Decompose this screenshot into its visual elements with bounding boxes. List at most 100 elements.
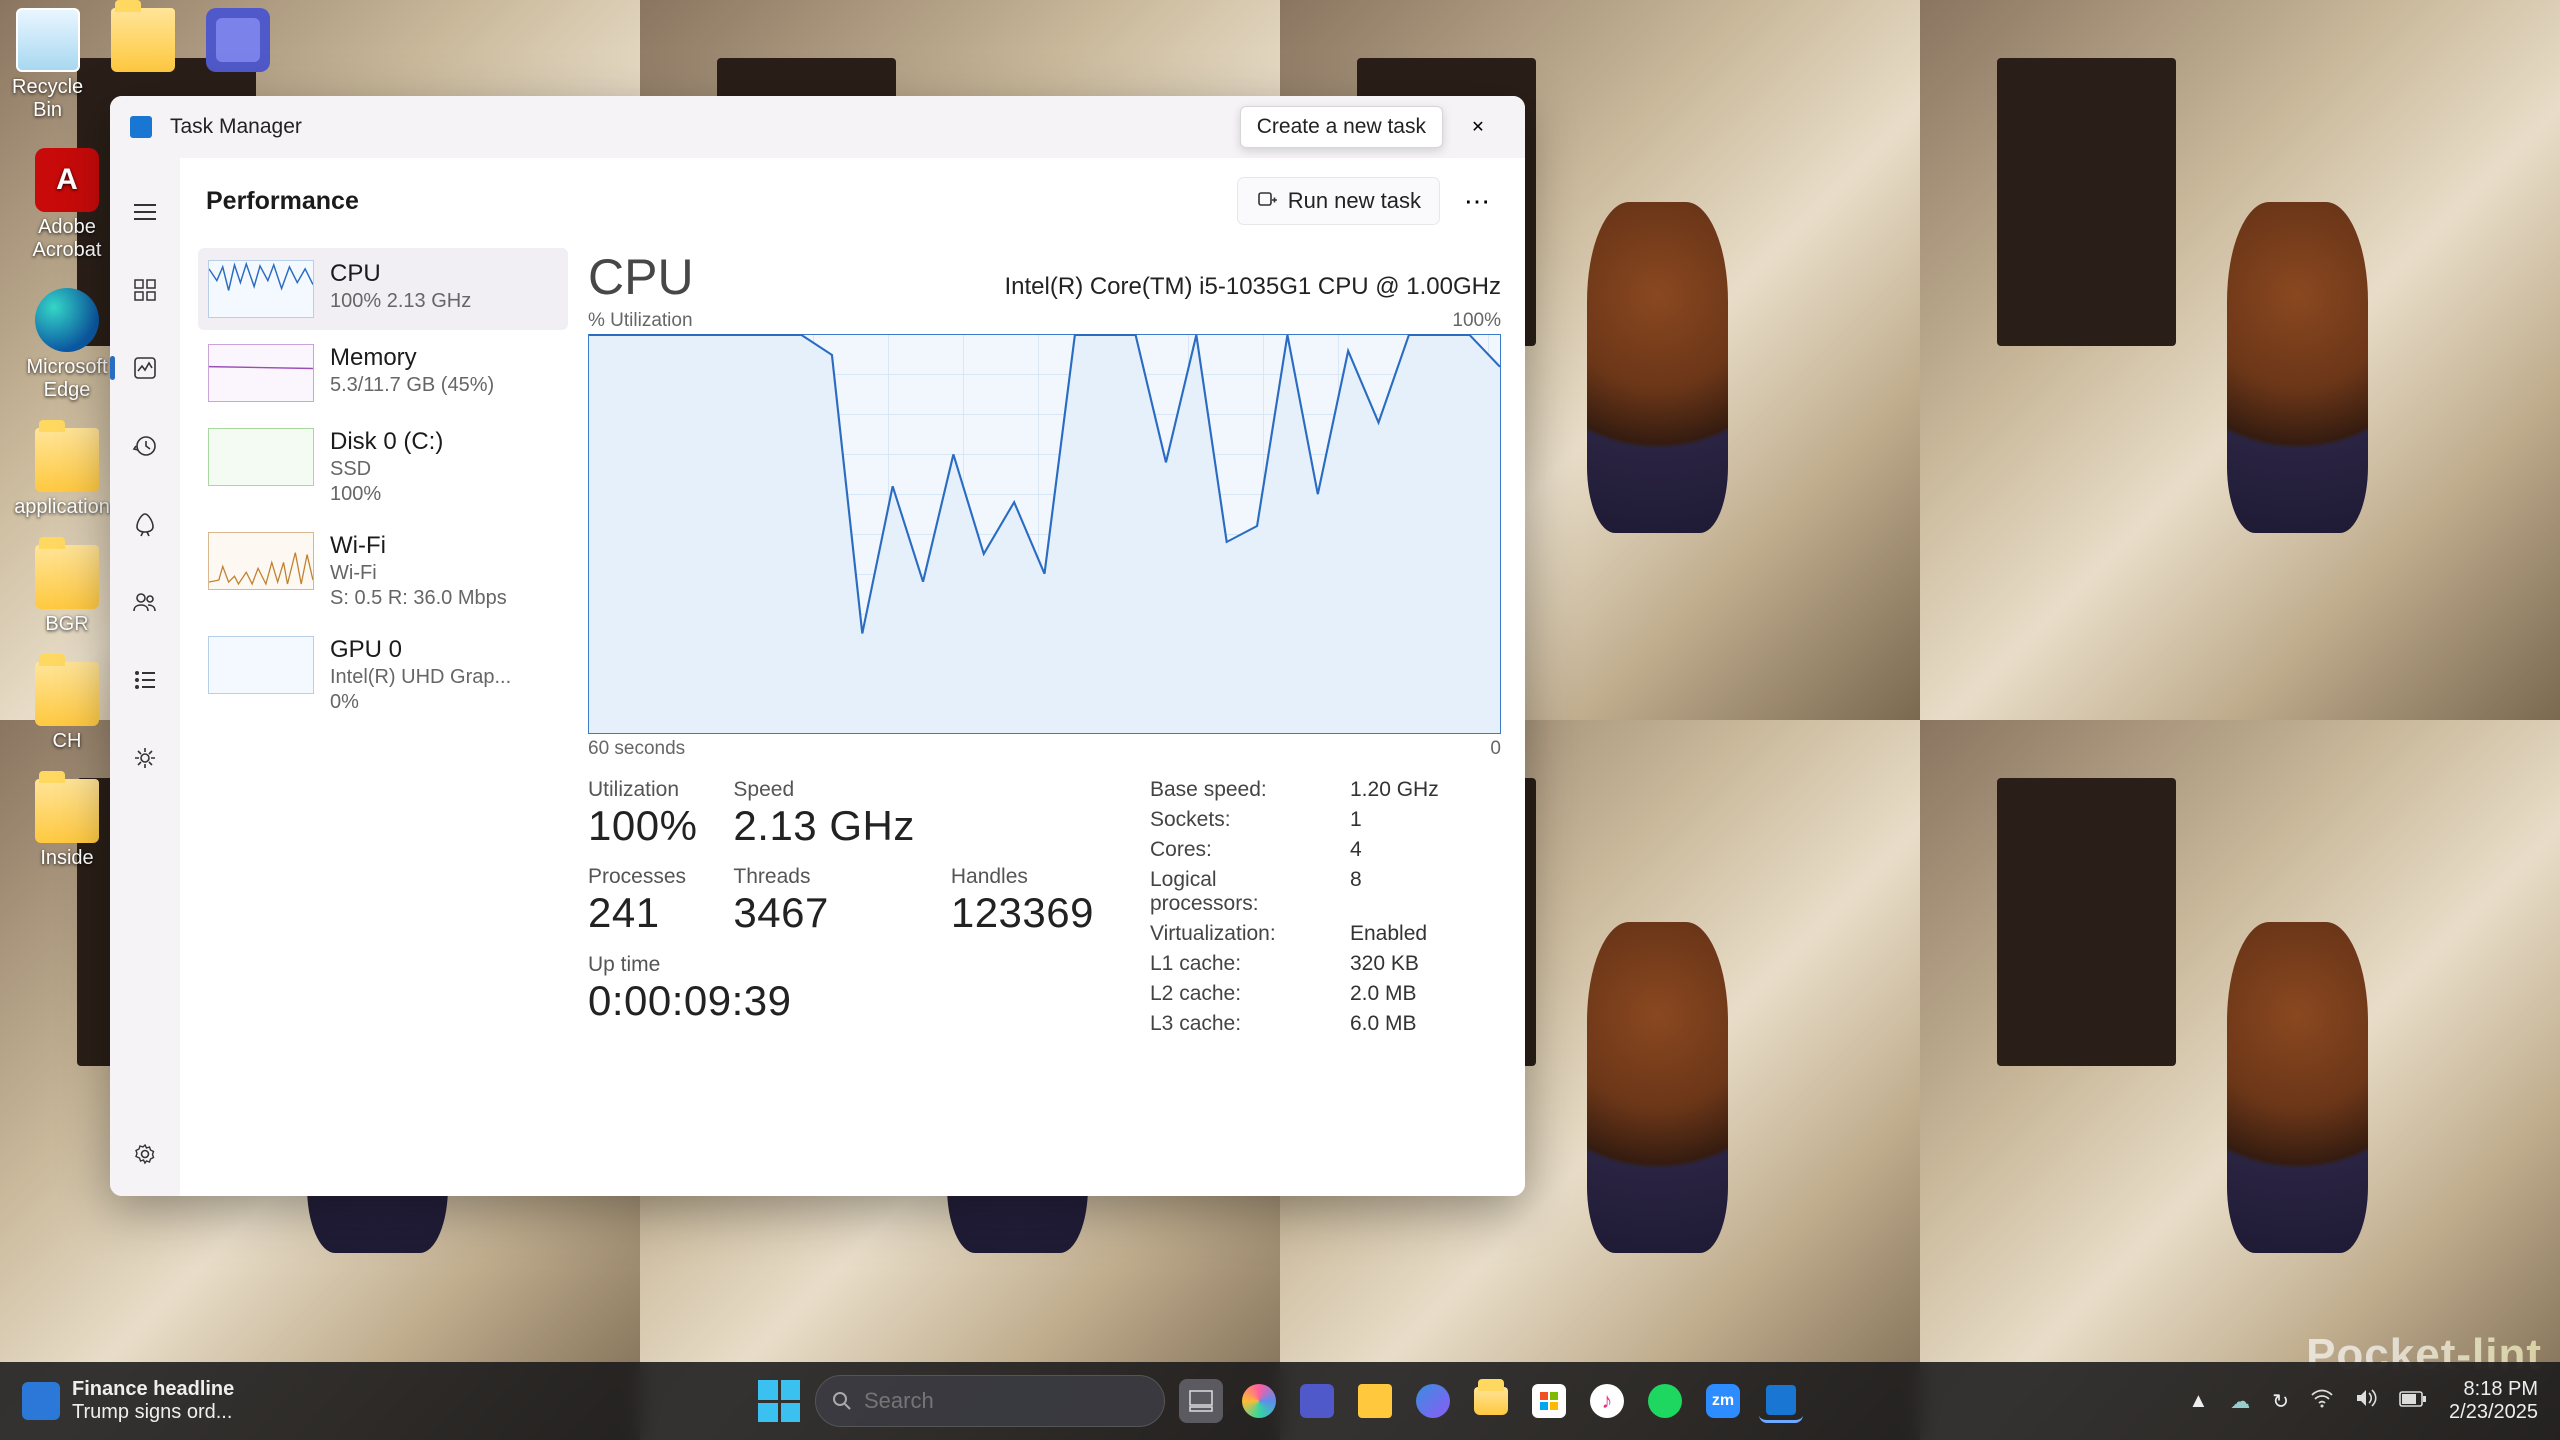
store-button[interactable] [1527, 1379, 1571, 1423]
music-icon: ♪ [1590, 1384, 1624, 1418]
label: Threads [733, 865, 914, 889]
value: 100% [588, 802, 697, 850]
label: Disk 0 (C:) [330, 428, 443, 456]
teams-icon [206, 8, 270, 72]
nav-services[interactable] [129, 742, 161, 774]
more-options-button[interactable]: ⋯ [1455, 179, 1499, 223]
wifi-icon[interactable] [2311, 1389, 2333, 1413]
task-manager-window: Task Manager — □ ✕ [110, 96, 1525, 1196]
desktop-icon-edge[interactable]: Microsoft Edge [12, 288, 122, 402]
desktop-icon-bgr[interactable]: BGR [12, 545, 122, 636]
time: 8:18 PM [2449, 1378, 2538, 1401]
stat-key: Virtualization: [1150, 922, 1330, 946]
notes-icon [1358, 1384, 1392, 1418]
nav-startup[interactable] [129, 508, 161, 540]
history-icon [134, 435, 156, 457]
nav-details[interactable] [129, 664, 161, 696]
stat-key: L1 cache: [1150, 952, 1330, 976]
resource-cpu[interactable]: CPU100% 2.13 GHz [198, 248, 568, 330]
taskview-button[interactable] [1179, 1379, 1223, 1423]
folder-icon [35, 428, 99, 492]
value: 2.13 GHz [733, 802, 914, 850]
copilot-icon [1242, 1384, 1276, 1418]
stat-value: 8 [1350, 868, 1439, 916]
label: applications [14, 496, 120, 519]
close-button[interactable]: ✕ [1441, 103, 1515, 151]
nav-processes[interactable] [129, 274, 161, 306]
zoom-button[interactable]: zm [1701, 1379, 1745, 1423]
label: Speed [733, 778, 914, 802]
zoom-icon: zm [1706, 1384, 1740, 1418]
stat-value: Enabled [1350, 922, 1439, 946]
desktop-icon-acrobat[interactable]: A Adobe Acrobat [12, 148, 122, 262]
label: BGR [45, 613, 88, 636]
label: Handles [951, 865, 1094, 889]
resource-disk[interactable]: Disk 0 (C:)SSD100% [198, 416, 568, 518]
start-button[interactable] [757, 1379, 801, 1423]
cpu-full-name: Intel(R) Core(TM) i5-1035G1 CPU @ 1.00GH… [1005, 273, 1502, 301]
startup-icon [134, 513, 156, 535]
search-box[interactable] [815, 1375, 1165, 1427]
resource-memory[interactable]: Memory5.3/11.7 GB (45%) [198, 332, 568, 414]
taskbar: Finance headlineTrump signs ord... ♪ zm … [0, 1362, 2560, 1440]
stat-key: Sockets: [1150, 808, 1330, 832]
nav-settings[interactable] [129, 1138, 161, 1170]
value: 0:00:09:39 [588, 977, 1094, 1025]
clock[interactable]: 8:18 PM 2/23/2025 [2449, 1378, 2538, 1424]
axis-label: 60 seconds [588, 738, 685, 760]
news-title: Finance headline [72, 1378, 234, 1401]
performance-icon [134, 357, 156, 379]
sub: 100% 2.13 GHz [330, 290, 471, 313]
desktop-icon-ch[interactable]: CH [12, 662, 122, 753]
desktop-icon-recycle-bin[interactable]: Recycle Bin [12, 8, 83, 122]
memory-thumb [208, 344, 314, 402]
sub: Intel(R) UHD Grap... [330, 666, 511, 689]
desktop-icon-applications[interactable]: applications [12, 428, 122, 519]
value: 241 [588, 889, 697, 937]
news-subtitle: Trump signs ord... [72, 1401, 234, 1424]
users-icon [133, 592, 157, 612]
teams-icon [1300, 1384, 1334, 1418]
notes-button[interactable] [1353, 1379, 1397, 1423]
stat-key: L2 cache: [1150, 982, 1330, 1006]
nav-app-history[interactable] [129, 430, 161, 462]
resource-wifi[interactable]: Wi-FiWi-FiS: 0.5 R: 36.0 Mbps [198, 520, 568, 622]
tooltip: Create a new task [1240, 106, 1443, 148]
run-new-task-button[interactable]: Run new task [1238, 178, 1439, 224]
tray-chevron-up-icon[interactable]: ▲ [2188, 1390, 2208, 1413]
itunes-button[interactable]: ♪ [1585, 1379, 1629, 1423]
nav-users[interactable] [129, 586, 161, 618]
teams-button[interactable] [1295, 1379, 1339, 1423]
cpu-thumb [208, 260, 314, 318]
folder-icon [1474, 1387, 1508, 1415]
stat-key: L3 cache: [1150, 1012, 1330, 1036]
explorer-button[interactable] [1469, 1379, 1513, 1423]
stat-key: Cores: [1150, 838, 1330, 862]
hamburger-button[interactable] [129, 196, 161, 228]
spotify-button[interactable] [1643, 1379, 1687, 1423]
sub2: 0% [330, 691, 511, 714]
desktop-icon-inside[interactable]: Inside [12, 779, 122, 870]
hamburger-icon [134, 204, 156, 220]
battery-icon[interactable] [2399, 1390, 2427, 1413]
task-manager-icon [1766, 1385, 1796, 1415]
edge-icon [35, 288, 99, 352]
clipchamp-icon [1416, 1384, 1450, 1418]
gpu-thumb [208, 636, 314, 694]
nav-performance[interactable] [129, 352, 161, 384]
acrobat-icon: A [35, 148, 99, 212]
content-header: Performance Run new task ⋯ Create a new … [180, 158, 1525, 238]
copilot-button[interactable] [1237, 1379, 1281, 1423]
label: Wi-Fi [330, 532, 507, 560]
search-input[interactable] [864, 1388, 1152, 1414]
onedrive-icon[interactable]: ☁ [2230, 1389, 2250, 1414]
resource-gpu[interactable]: GPU 0Intel(R) UHD Grap...0% [198, 624, 568, 726]
task-manager-app-icon [130, 116, 152, 138]
run-task-icon [1256, 190, 1278, 212]
label: Inside [40, 847, 93, 870]
taskmanager-button[interactable] [1759, 1379, 1803, 1423]
volume-icon[interactable] [2355, 1388, 2377, 1414]
clipchamp-button[interactable] [1411, 1379, 1455, 1423]
sync-icon[interactable]: ↻ [2272, 1389, 2289, 1414]
news-widget[interactable]: Finance headlineTrump signs ord... [22, 1378, 234, 1424]
